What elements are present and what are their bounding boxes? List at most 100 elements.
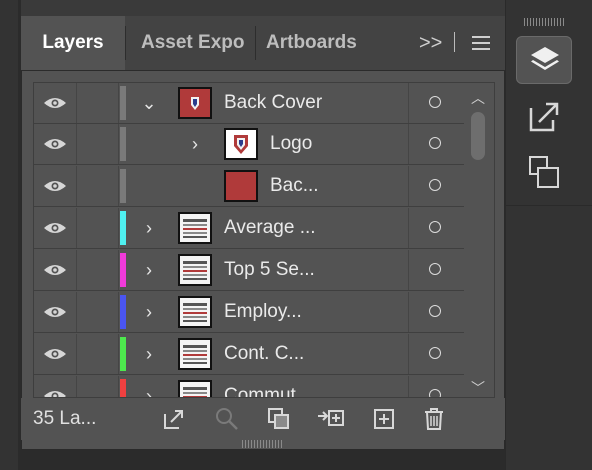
export-panel-icon	[529, 102, 559, 132]
layer-color-swatch	[120, 337, 126, 371]
lock-toggle[interactable]	[76, 334, 119, 374]
chevron-right-icon[interactable]: ›	[138, 250, 160, 290]
layer-row[interactable]: › Top 5 Se...	[34, 250, 464, 291]
move-to-layer-icon[interactable]	[316, 406, 346, 432]
layer-row[interactable]: Bac...	[34, 166, 464, 207]
visibility-toggle[interactable]	[34, 166, 77, 206]
eye-icon	[44, 98, 66, 108]
target-circle-icon	[429, 137, 441, 149]
layer-name[interactable]: Average ...	[224, 208, 316, 248]
eye-icon	[44, 139, 66, 149]
chevron-right-icon[interactable]: ›	[138, 376, 160, 397]
layer-name[interactable]: Employ...	[224, 292, 302, 332]
visibility-toggle[interactable]	[34, 250, 77, 290]
layer-name[interactable]: Top 5 Se...	[224, 250, 315, 290]
target-toggle[interactable]	[408, 292, 465, 332]
target-circle-icon	[429, 347, 441, 359]
chevron-right-icon[interactable]: ›	[184, 124, 206, 164]
tab-overflow-button[interactable]: >>	[419, 16, 442, 70]
search-icon[interactable]	[214, 406, 240, 432]
layer-thumbnail	[178, 254, 212, 286]
trash-icon[interactable]	[421, 406, 447, 432]
tab-bar: Layers Asset Expo Artboards >>	[21, 16, 505, 71]
layer-row[interactable]: › Cont. C...	[34, 334, 464, 375]
target-circle-icon	[429, 221, 441, 233]
clipping-mask-icon[interactable]	[266, 406, 292, 432]
tab-separator	[255, 26, 256, 60]
export-icon[interactable]	[161, 406, 187, 432]
dock-grip[interactable]	[524, 18, 564, 26]
layers-list: ⌄ Back Cover › Logo Bac... › Average ... › Top 5…	[33, 82, 495, 398]
tab-separator	[125, 26, 126, 60]
lock-toggle[interactable]	[76, 166, 119, 206]
target-circle-icon	[429, 263, 441, 275]
tab-artboards[interactable]: Artboards	[266, 16, 374, 70]
dock-layers-button[interactable]	[516, 36, 572, 84]
layer-name[interactable]: Bac...	[270, 166, 319, 206]
layer-thumbnail	[178, 296, 212, 328]
eye-icon	[44, 307, 66, 317]
artboards-icon	[529, 156, 559, 188]
eye-icon	[44, 223, 66, 233]
lock-toggle[interactable]	[76, 292, 119, 332]
layer-thumbnail	[178, 212, 212, 244]
target-toggle[interactable]	[408, 166, 465, 206]
target-circle-icon	[429, 305, 441, 317]
lock-toggle[interactable]	[76, 208, 119, 248]
target-toggle[interactable]	[408, 124, 465, 164]
layer-thumbnail	[178, 338, 212, 370]
layer-color-swatch	[120, 169, 126, 203]
layer-row[interactable]: ⌄ Back Cover	[34, 83, 464, 124]
layer-row[interactable]: › Average ...	[34, 208, 464, 249]
visibility-toggle[interactable]	[34, 376, 77, 397]
lock-toggle[interactable]	[76, 376, 119, 397]
visibility-toggle[interactable]	[34, 292, 77, 332]
panel-top-bar[interactable]	[21, 0, 505, 16]
layer-name[interactable]: Back Cover	[224, 83, 322, 123]
lock-toggle[interactable]	[76, 83, 119, 123]
lock-toggle[interactable]	[76, 124, 119, 164]
layer-color-swatch	[120, 127, 126, 161]
visibility-toggle[interactable]	[34, 334, 77, 374]
layer-name[interactable]: Commut...	[224, 376, 312, 397]
target-toggle[interactable]	[408, 208, 465, 248]
panel-resize-grip[interactable]	[242, 440, 282, 448]
layer-thumbnail	[178, 87, 212, 119]
chevron-right-icon[interactable]: ›	[138, 292, 160, 332]
scroll-up-icon[interactable]: ︿	[470, 91, 486, 105]
tab-asset-export[interactable]: Asset Expo	[141, 16, 251, 70]
eye-icon	[44, 391, 66, 397]
layers-scrollbar[interactable]: ︿ ﹀	[466, 86, 492, 396]
dock-artboards-button[interactable]	[516, 150, 572, 198]
target-toggle[interactable]	[408, 83, 465, 123]
eye-icon	[44, 349, 66, 359]
chevron-right-icon[interactable]: ›	[138, 208, 160, 248]
target-circle-icon	[429, 179, 441, 191]
target-toggle[interactable]	[408, 376, 465, 397]
scroll-down-icon[interactable]: ﹀	[470, 381, 486, 395]
layer-name[interactable]: Cont. C...	[224, 334, 304, 374]
layer-thumbnail	[224, 170, 258, 202]
panel-footer: 35 La...	[21, 398, 505, 440]
visibility-toggle[interactable]	[34, 83, 77, 123]
visibility-toggle[interactable]	[34, 208, 77, 248]
dock-divider	[505, 205, 592, 206]
layer-name[interactable]: Logo	[270, 124, 312, 164]
layer-row[interactable]: › Employ...	[34, 292, 464, 333]
layer-count: 35 La...	[33, 408, 97, 429]
tab-divider-line	[454, 32, 455, 52]
layer-row[interactable]: › Logo	[34, 124, 464, 165]
target-toggle[interactable]	[408, 250, 465, 290]
new-sublayer-icon[interactable]	[371, 406, 397, 432]
tab-layers[interactable]: Layers	[21, 16, 125, 70]
lock-toggle[interactable]	[76, 250, 119, 290]
hamburger-menu-icon[interactable]	[472, 36, 490, 50]
target-toggle[interactable]	[408, 334, 465, 374]
scroll-thumb[interactable]	[471, 112, 485, 160]
target-circle-icon	[429, 96, 441, 108]
chevron-right-icon[interactable]: ›	[138, 334, 160, 374]
visibility-toggle[interactable]	[34, 124, 77, 164]
layer-row[interactable]: › Commut...	[34, 376, 465, 397]
chevron-down-icon[interactable]: ⌄	[138, 83, 160, 123]
dock-export-button[interactable]	[516, 94, 572, 142]
